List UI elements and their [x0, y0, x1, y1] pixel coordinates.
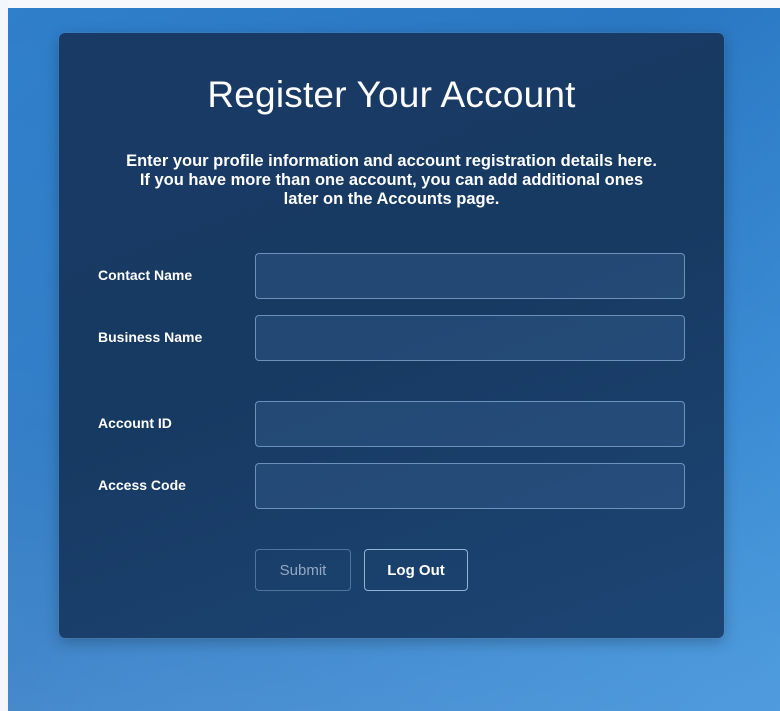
intro-line-2: If you have more than one account, you c… — [139, 171, 644, 189]
page-title: Register Your Account — [207, 74, 576, 115]
account-id-input[interactable] — [255, 401, 685, 447]
submit-button[interactable]: Submit — [255, 549, 351, 591]
access-code-label: Access Code — [98, 477, 186, 493]
intro-text: Enter your profile information and accou… — [79, 152, 704, 209]
log-out-button[interactable]: Log Out — [364, 549, 468, 591]
access-code-input[interactable] — [255, 463, 685, 509]
contact-name-input[interactable] — [255, 253, 685, 299]
account-id-label: Account ID — [98, 415, 172, 431]
intro-line-1: Enter your profile information and accou… — [126, 152, 657, 170]
contact-name-label: Contact Name — [98, 267, 193, 283]
registration-content: Register Your Account Enter your profile… — [0, 0, 780, 711]
business-name-input[interactable] — [255, 315, 685, 361]
business-name-label: Business Name — [98, 329, 203, 345]
intro-line-3: later on the Accounts page. — [283, 190, 500, 208]
